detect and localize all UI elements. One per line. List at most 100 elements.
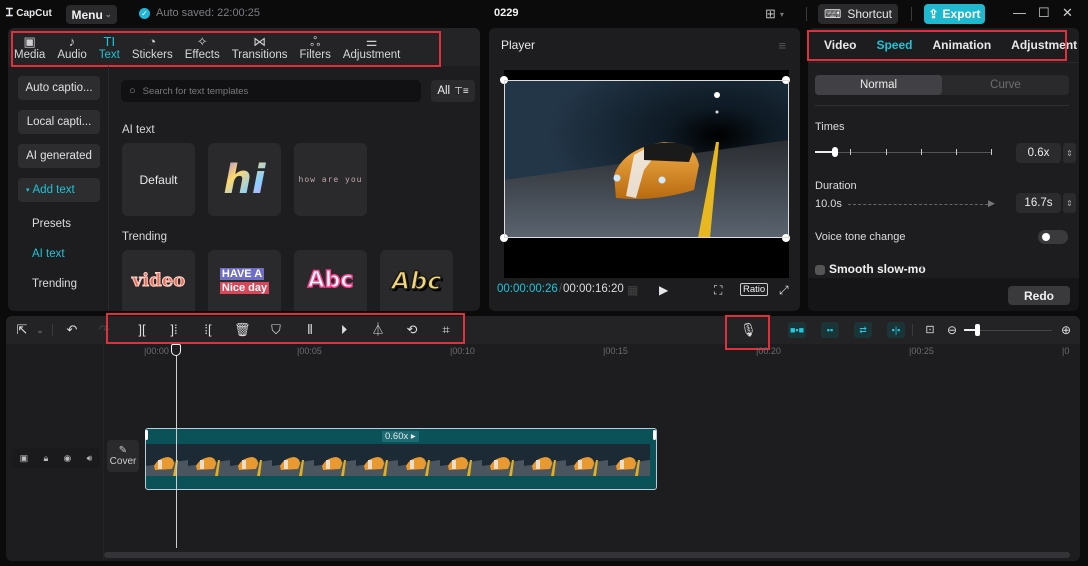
clip-trim-left-handle[interactable]	[145, 430, 148, 440]
trending-heading: Trending	[122, 231, 167, 243]
timeline-panel: ⇱ ⌄ ↶ ↷ ][ ]⁞ ⁞[ 🗑︎ ⛉ ⫴ ⏵ ⏃ ⟲ ⌗ 🎙︎ ■▪■ ▪…	[6, 313, 1080, 561]
layout-icon: ⊞	[765, 6, 776, 21]
clip-thumbnail	[314, 444, 356, 476]
lock-icon[interactable]: 🔒︎	[43, 453, 48, 464]
text-template-video[interactable]: video	[122, 250, 195, 311]
play-button[interactable]: ▶	[659, 283, 668, 297]
text-template-default[interactable]: Default	[122, 143, 195, 216]
preview-axis-icon[interactable]: ▪|▪	[887, 322, 905, 338]
export-icon: ⇪	[928, 7, 939, 21]
maximize-button[interactable]: ☐	[1038, 5, 1050, 21]
clip-thumbnail	[608, 444, 650, 476]
search-input[interactable]: ○ Search for text templates	[121, 80, 421, 102]
timeline-scrollbar[interactable]	[104, 552, 1070, 558]
chevron-down-icon: ⌄	[104, 10, 112, 19]
timeline-ruler[interactable]: |00:00 |00:05 |00:10 |00:15 |00:20 |00:2…	[104, 344, 1080, 358]
undo-icon[interactable]: ↶	[64, 322, 80, 338]
playhead-line[interactable]	[176, 346, 177, 548]
times-label: Times	[815, 121, 845, 133]
main-track-magnet-icon[interactable]: ■▪■	[788, 322, 806, 338]
video-clip[interactable]: 0.60x ▸	[145, 428, 657, 490]
fullscreen-icon[interactable]: ⤢	[779, 283, 789, 298]
slider-tick	[886, 149, 887, 155]
sidebar-item-trending[interactable]: Trending	[32, 278, 77, 290]
ai-generated-button[interactable]: AI generated	[18, 144, 100, 168]
duration-label: Duration	[815, 180, 857, 192]
ratio-button[interactable]: Ratio	[740, 283, 769, 296]
smooth-slowmo-checkbox[interactable]	[815, 265, 825, 275]
auto-captions-button[interactable]: Auto captio...	[18, 76, 100, 100]
ruler-time: 00:15	[605, 346, 628, 356]
filter-button[interactable]: All ⊤≡	[431, 80, 475, 102]
grid-icon[interactable]: ▦	[627, 283, 638, 297]
duration-value-input[interactable]: 16.7s	[1016, 193, 1061, 213]
clip-speed-text: 0.60x	[385, 431, 409, 442]
speed-slider-thumb[interactable]	[832, 147, 838, 157]
tile-line: Nice day	[219, 281, 270, 294]
player-panel: Player ≡ 00:00:00:26 / 00:00:16:20 ▦ ▶ ⛶…	[489, 28, 800, 311]
search-placeholder: Search for text templates	[142, 85, 249, 97]
track-video-icon[interactable]: ▣	[20, 453, 29, 464]
chevron-down-icon[interactable]: ⌄	[32, 322, 48, 338]
redo-button[interactable]: Redo	[1008, 286, 1070, 305]
minimize-button[interactable]: —	[1013, 5, 1026, 20]
local-captions-button[interactable]: Local capti...	[18, 110, 100, 134]
cover-button[interactable]: ✎ Cover	[107, 440, 139, 472]
eye-icon[interactable]: ◉	[64, 453, 72, 464]
duration-stepper[interactable]: ⇕	[1063, 193, 1076, 213]
autosave-status: ✓ Auto saved: 22:00:25	[139, 7, 260, 19]
audio-icon[interactable]: 🔊︎	[87, 453, 93, 464]
tile-label: Abc	[391, 266, 442, 296]
voice-tone-toggle[interactable]	[1038, 230, 1068, 244]
sidebar-item-ai-text[interactable]: AI text	[32, 248, 65, 260]
current-time: 00:00:00:26	[497, 283, 558, 295]
auto-snap-icon[interactable]: ▪▪	[821, 322, 839, 338]
add-text-button[interactable]: ▾ Add text	[18, 178, 100, 202]
linkage-icon[interactable]: ⇄	[854, 322, 872, 338]
times-stepper[interactable]: ⇕	[1063, 143, 1076, 163]
menu-button[interactable]: Menu ⌄	[66, 5, 117, 24]
ruler-label: |00:20	[756, 346, 781, 356]
text-sidebar: Auto captio... Local capti... AI generat…	[8, 66, 109, 311]
close-button[interactable]: ✕	[1062, 5, 1073, 21]
timeline-toolbar: ⇱ ⌄ ↶ ↷ ][ ]⁞ ⁞[ 🗑︎ ⛉ ⫴ ⏵ ⏃ ⟲ ⌗ 🎙︎ ■▪■ ▪…	[6, 313, 1080, 350]
menu-icon[interactable]: ≡	[778, 38, 786, 53]
ruler-time: 00:25	[911, 346, 934, 356]
text-template-hi[interactable]: hi	[208, 143, 281, 216]
text-template-abc-yellow[interactable]: Abc	[380, 250, 453, 311]
clip-thumbnail	[272, 444, 314, 476]
media-library-panel: ▣ Media ♪ Audio TI Text ◔ Stickers ✧ Effects …	[8, 28, 480, 311]
ruler-time: 0	[1064, 346, 1070, 356]
select-tool-icon[interactable]: ⇱	[14, 322, 30, 338]
slider-tick	[991, 149, 992, 155]
clip-thumbnail	[482, 444, 524, 476]
text-template-how-are-you[interactable]: how are you	[294, 143, 367, 216]
mode-curve[interactable]: Curve	[942, 75, 1069, 95]
shortcut-button[interactable]: ⌨ Shortcut	[818, 4, 898, 24]
zoom-slider-thumb[interactable]	[975, 324, 980, 336]
zoom-in-icon[interactable]: ⊕	[1058, 322, 1074, 338]
divider	[52, 324, 53, 336]
clip-thumbnail	[188, 444, 230, 476]
text-template-abc-pink[interactable]: Abc	[294, 250, 367, 311]
speed-slider-track[interactable]	[815, 152, 991, 153]
zoom-out-icon[interactable]: ⊖	[944, 322, 960, 338]
clip-thumbnail	[524, 444, 566, 476]
cover-label: Cover	[109, 456, 137, 467]
caret-down-icon: ▾	[26, 187, 30, 194]
clip-thumbnails	[146, 444, 656, 476]
export-button[interactable]: ⇪ Export	[924, 4, 985, 24]
times-value-input[interactable]: 0.6x	[1016, 143, 1061, 163]
sidebar-item-presets[interactable]: Presets	[32, 218, 71, 230]
text-template-have-a-nice-day[interactable]: HAVE A Nice day	[208, 250, 281, 311]
fit-timeline-icon[interactable]: ⊡	[922, 322, 938, 338]
layout-button[interactable]: ⊞ ▾	[765, 6, 784, 22]
mode-normal[interactable]: Normal	[815, 75, 942, 95]
duration-arrow-line	[848, 204, 988, 205]
time-separator: /	[559, 283, 563, 295]
fit-zoom-icon[interactable]: ⛶	[714, 283, 722, 298]
ruler-label: |00:15	[603, 346, 628, 356]
clip-trim-right-handle[interactable]	[653, 430, 656, 440]
playhead-handle[interactable]	[171, 344, 181, 356]
filter-label: All	[437, 85, 451, 97]
